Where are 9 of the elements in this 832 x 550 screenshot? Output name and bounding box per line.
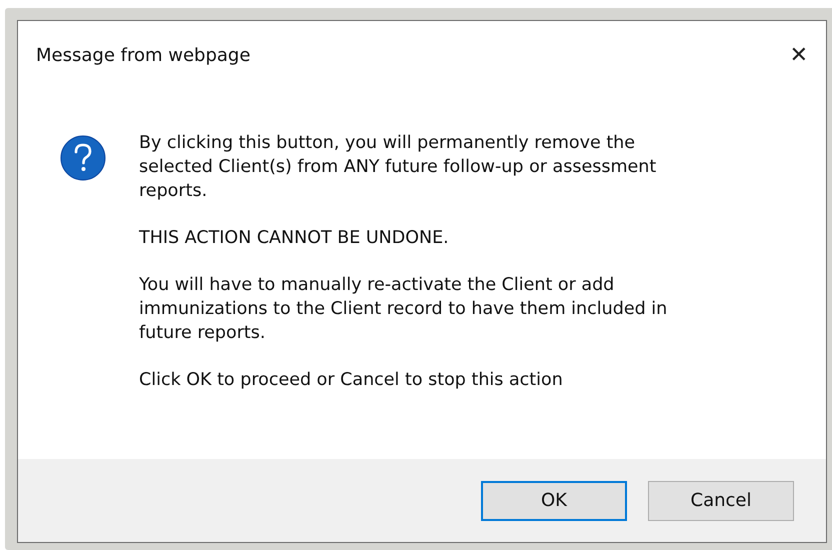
message-text: THIS ACTION CANNOT BE UNDONE.	[139, 227, 450, 250]
message-text: By clicking this button, you will permanently remove the selected Client(s) from ANY future follow-up or assessment reports.	[139, 132, 658, 203]
ok-button[interactable]: OK	[481, 480, 627, 520]
message-text: You will have to manually re-activate the Client or add immunizations to the Client record to have them included in future reports.	[139, 274, 668, 345]
cancel-button[interactable]: Cancel	[648, 480, 794, 520]
question-icon	[60, 135, 106, 181]
close-button[interactable]: ✕	[786, 42, 812, 68]
window-title: Message from webpage	[36, 44, 250, 66]
message-text: Click OK to proceed or Cancel to stop this action	[139, 369, 564, 392]
